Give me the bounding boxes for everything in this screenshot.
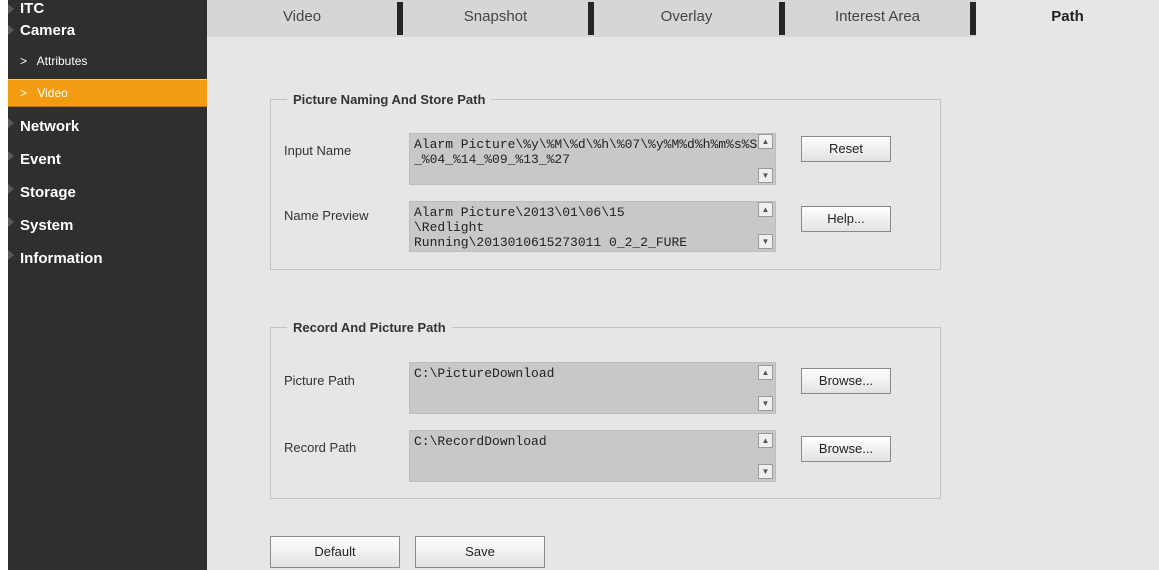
- tab-label: Snapshot: [463, 8, 528, 25]
- tab-label: Path: [1051, 8, 1084, 25]
- tab-label: Interest Area: [834, 8, 921, 25]
- record-path-label: Record Path: [284, 440, 357, 455]
- content-area: Picture Naming And Store Path Input Name…: [207, 37, 1159, 570]
- scroll-up-icon[interactable]: ▲: [758, 202, 773, 217]
- save-button[interactable]: Save: [415, 536, 545, 568]
- picture-path-field[interactable]: C:\PictureDownload: [409, 362, 776, 414]
- input-name-label: Input Name: [284, 143, 352, 158]
- tab-label: Overlay: [660, 8, 713, 25]
- browse-picture-button[interactable]: Browse...: [801, 368, 891, 394]
- default-button[interactable]: Default: [270, 536, 400, 568]
- name-preview-field[interactable]: Alarm Picture\2013\01\06\15 \Redlight Ru…: [409, 201, 776, 252]
- collapse-triangle-icon: [8, 25, 14, 35]
- help-button[interactable]: Help...: [801, 206, 891, 232]
- sidebar-item-network[interactable]: Network: [8, 110, 207, 143]
- sidebar-subitem-label: Attributes: [36, 54, 88, 68]
- sidebar-item-label: Information: [20, 250, 103, 267]
- sidebar-subitem-attributes[interactable]: > Attributes: [8, 45, 207, 77]
- sidebar-item-label: Event: [20, 151, 61, 168]
- group-legend: Picture Naming And Store Path: [287, 92, 492, 107]
- browse-record-button[interactable]: Browse...: [801, 436, 891, 462]
- tab-label: Video: [282, 8, 322, 25]
- picture-path-label: Picture Path: [284, 373, 355, 388]
- scroll-down-icon[interactable]: ▼: [758, 464, 773, 479]
- collapse-triangle-icon: [8, 118, 14, 128]
- tab-bar: Video Snapshot Overlay Interest Area Pat…: [207, 0, 1159, 37]
- sidebar-item-camera[interactable]: Camera: [8, 17, 207, 45]
- sidebar-subitem-video[interactable]: > Video: [8, 79, 207, 107]
- sidebar: ITC Camera > Attributes > Video Network …: [8, 0, 207, 570]
- tab-path[interactable]: Path: [976, 0, 1159, 37]
- sidebar-item-information[interactable]: Information: [8, 242, 207, 275]
- tab-video[interactable]: Video: [207, 0, 397, 37]
- collapse-triangle-icon: [8, 184, 14, 194]
- tab-interest-area[interactable]: Interest Area: [785, 0, 970, 37]
- scroll-up-icon[interactable]: ▲: [758, 365, 773, 380]
- record-path-field[interactable]: C:\RecordDownload: [409, 430, 776, 482]
- tab-overlay[interactable]: Overlay: [594, 0, 779, 37]
- chevron-right-icon: >: [20, 86, 28, 100]
- record-picture-path-group: Record And Picture Path Picture Path C:\…: [270, 320, 941, 499]
- sidebar-item-event[interactable]: Event: [8, 143, 207, 176]
- sidebar-item-label: System: [20, 217, 74, 234]
- sidebar-item-storage[interactable]: Storage: [8, 176, 207, 209]
- collapse-triangle-icon: [8, 4, 14, 14]
- picture-naming-group: Picture Naming And Store Path Input Name…: [270, 92, 941, 270]
- reset-button[interactable]: Reset: [801, 136, 891, 162]
- scroll-down-icon[interactable]: ▼: [758, 396, 773, 411]
- group-legend: Record And Picture Path: [287, 320, 452, 335]
- chevron-right-icon: >: [20, 54, 28, 68]
- sidebar-item-label: Storage: [20, 184, 76, 201]
- name-preview-label: Name Preview: [284, 208, 369, 223]
- collapse-triangle-icon: [8, 151, 14, 161]
- input-name-field[interactable]: Alarm Picture\%y\%M\%d\%h\%07\%y%M%d%h%m…: [409, 133, 776, 185]
- sidebar-subitem-label: Video: [37, 86, 68, 100]
- scroll-up-icon[interactable]: ▲: [758, 433, 773, 448]
- tab-snapshot[interactable]: Snapshot: [403, 0, 588, 37]
- scroll-up-icon[interactable]: ▲: [758, 134, 773, 149]
- scroll-down-icon[interactable]: ▼: [758, 234, 773, 249]
- sidebar-item-label: Network: [20, 118, 80, 135]
- collapse-triangle-icon: [8, 217, 14, 227]
- scroll-down-icon[interactable]: ▼: [758, 168, 773, 183]
- sidebar-item-system[interactable]: System: [8, 209, 207, 242]
- sidebar-item-itc[interactable]: ITC: [8, 0, 207, 17]
- sidebar-item-label: ITC: [20, 0, 45, 17]
- collapse-triangle-icon: [8, 250, 14, 260]
- sidebar-item-label: Camera: [20, 22, 76, 39]
